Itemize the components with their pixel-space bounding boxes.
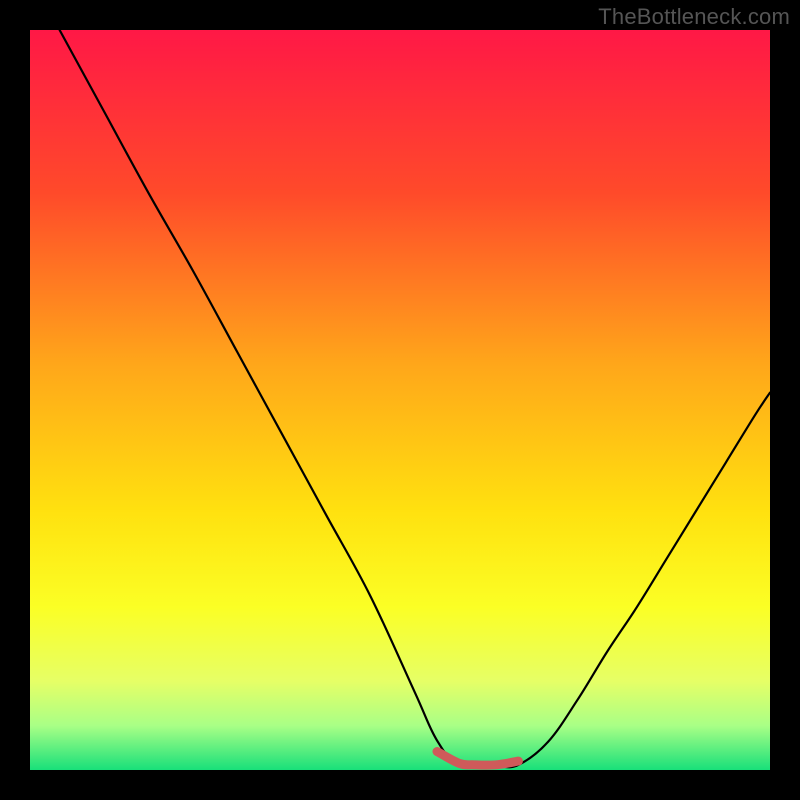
watermark-text: TheBottleneck.com <box>598 4 790 30</box>
bottleneck-chart <box>30 30 770 770</box>
plot-area <box>30 30 770 770</box>
chart-frame: TheBottleneck.com <box>0 0 800 800</box>
